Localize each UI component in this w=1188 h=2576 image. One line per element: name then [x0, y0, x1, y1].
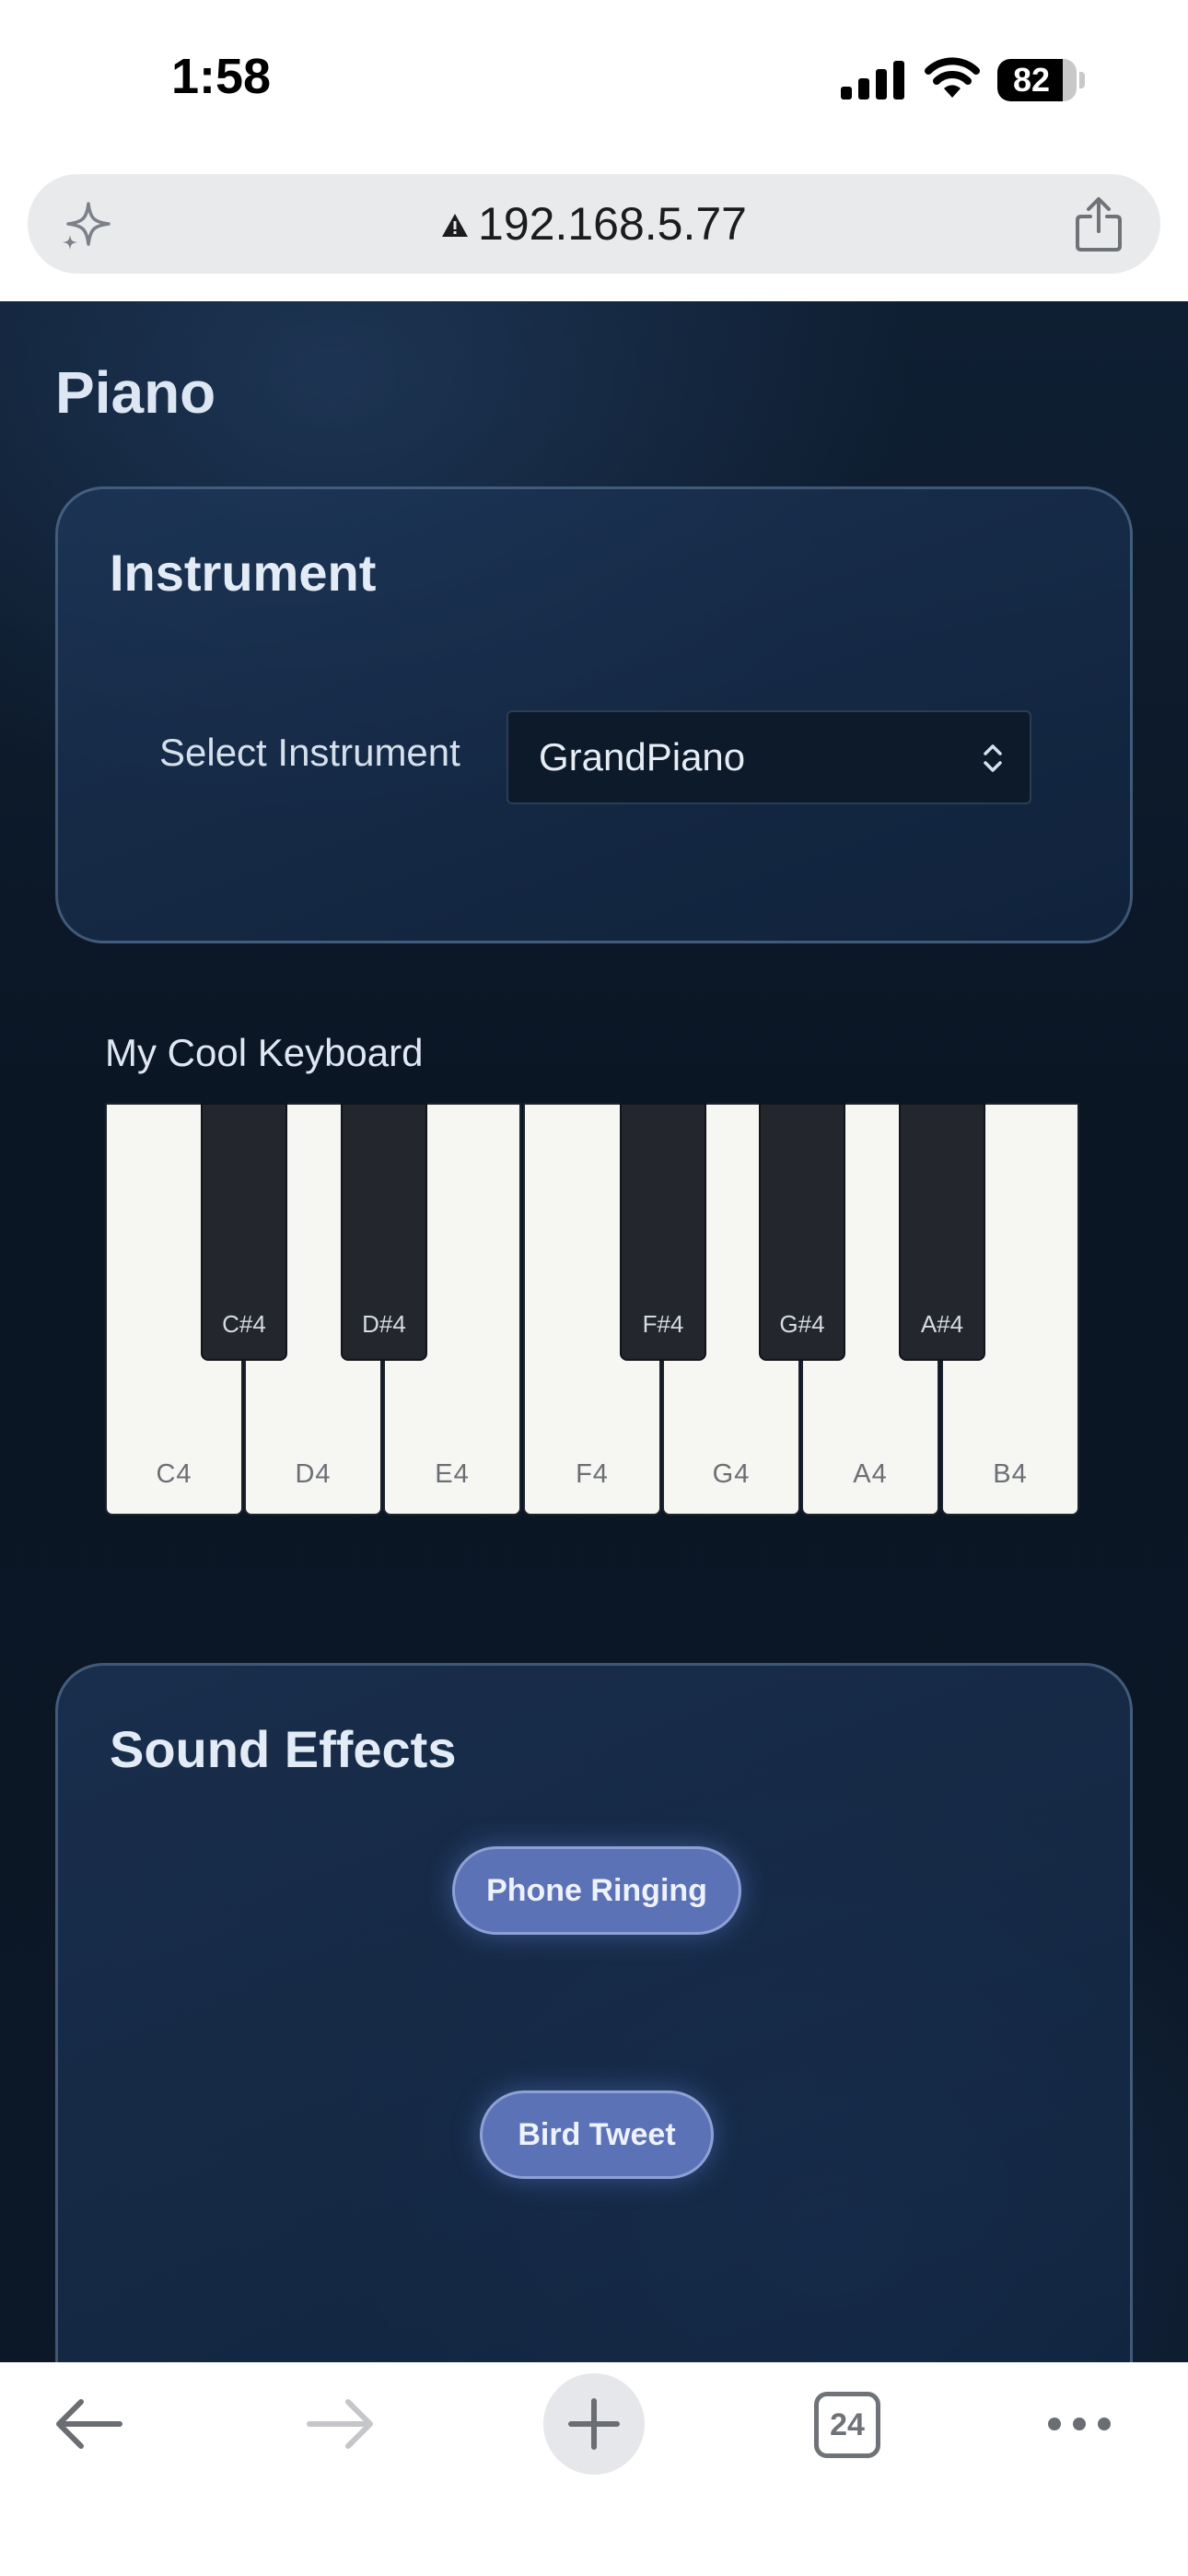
- key-label: C#4: [222, 1310, 266, 1338]
- battery-icon: 82: [997, 59, 1085, 101]
- instrument-select-value[interactable]: GrandPiano: [539, 712, 745, 802]
- address-bar[interactable]: 192.168.5.77: [28, 174, 1160, 274]
- key-label: C4: [156, 1459, 192, 1489]
- keyboard-title: My Cool Keyboard: [105, 1031, 424, 1074]
- piano-key-c-sharp-4[interactable]: C#4: [201, 1103, 287, 1361]
- warning-icon: [442, 214, 469, 237]
- status-bar: 1:58 82: [0, 0, 1188, 161]
- piano-key-f-sharp-4[interactable]: F#4: [620, 1103, 706, 1361]
- key-label: D4: [295, 1459, 332, 1489]
- piano-key-a-sharp-4[interactable]: A#4: [899, 1103, 985, 1361]
- back-arrow-icon[interactable]: [53, 2397, 123, 2451]
- piano-key-g-sharp-4[interactable]: G#4: [759, 1103, 845, 1361]
- key-label: G#4: [779, 1310, 825, 1338]
- key-label: E4: [435, 1459, 470, 1489]
- sound-effects-title: Sound Effects: [110, 1720, 457, 1778]
- piano-keyboard: C4 D4 E4 F4 G4 A4 B4 C#4 D#4 F#4 G#4 A#4: [105, 1103, 1083, 1516]
- chevron-up-down-icon[interactable]: [980, 740, 1006, 777]
- key-label: D#4: [362, 1310, 406, 1338]
- instrument-card-title: Instrument: [110, 544, 377, 602]
- plus-icon: [568, 2398, 620, 2450]
- url-text[interactable]: 192.168.5.77: [478, 197, 747, 251]
- key-label: F#4: [642, 1310, 684, 1338]
- bird-tweet-button[interactable]: Bird Tweet: [480, 2090, 714, 2179]
- more-options-icon[interactable]: [1046, 2414, 1112, 2434]
- sound-effects-card: Sound Effects Phone Ringing Bird Tweet: [55, 1663, 1133, 2362]
- piano-key-d-sharp-4[interactable]: D#4: [341, 1103, 427, 1361]
- new-tab-button[interactable]: [543, 2373, 645, 2475]
- page-title: Piano: [55, 359, 216, 426]
- forward-arrow-icon[interactable]: [306, 2397, 376, 2451]
- share-icon[interactable]: [1074, 196, 1124, 252]
- instrument-card: Instrument Select Instrument GrandPiano: [55, 486, 1133, 943]
- wifi-icon: [925, 57, 980, 98]
- status-time: 1:58: [171, 49, 272, 104]
- key-label: G4: [712, 1459, 751, 1489]
- instrument-select[interactable]: GrandPiano: [507, 710, 1031, 804]
- cellular-signal-icon: [841, 61, 904, 100]
- select-instrument-label: Select Instrument: [159, 731, 460, 774]
- tab-switcher-button[interactable]: 24: [814, 2392, 880, 2458]
- browser-toolbar: 24: [0, 2362, 1188, 2576]
- web-page: Piano Instrument Select Instrument Grand…: [0, 301, 1188, 2362]
- key-label: B4: [993, 1459, 1028, 1489]
- key-label: A#4: [920, 1310, 964, 1338]
- key-label: A4: [853, 1459, 888, 1489]
- battery-percent: 82: [1012, 61, 1051, 99]
- key-label: F4: [576, 1459, 609, 1489]
- phone-ringing-button[interactable]: Phone Ringing: [452, 1846, 741, 1935]
